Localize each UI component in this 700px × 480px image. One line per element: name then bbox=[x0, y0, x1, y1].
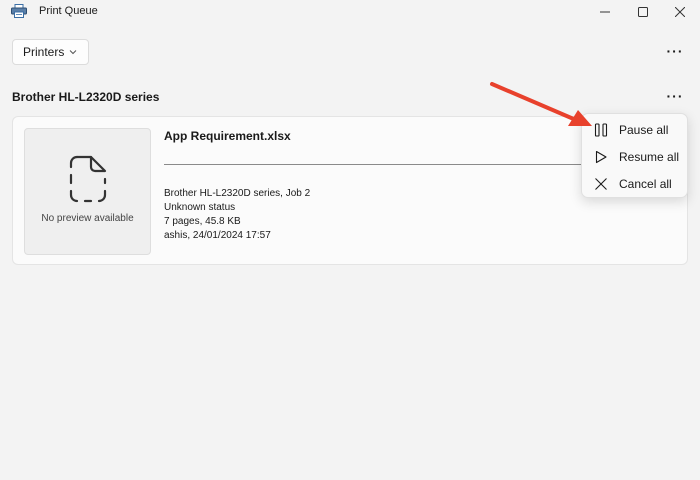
printer-app-icon bbox=[11, 4, 27, 18]
chevron-down-icon bbox=[69, 50, 77, 55]
printer-more-options-button[interactable]: ··· bbox=[663, 86, 687, 106]
window-title: Print Queue bbox=[39, 5, 98, 17]
maximize-button[interactable] bbox=[623, 0, 663, 24]
job-file-name: App Requirement.xlsx bbox=[164, 129, 291, 143]
job-progress-bar bbox=[164, 164, 594, 165]
job-owner-time: ashis, 24/01/2024 17:57 bbox=[164, 230, 271, 241]
close-icon bbox=[675, 7, 685, 17]
more-options-button[interactable]: ··· bbox=[663, 41, 687, 61]
maximize-icon bbox=[638, 7, 648, 17]
more-icon: ··· bbox=[666, 43, 684, 59]
menu-item-label: Cancel all bbox=[619, 177, 672, 191]
close-button[interactable] bbox=[660, 0, 700, 24]
menu-item-label: Pause all bbox=[619, 123, 669, 137]
printers-dropdown[interactable]: Printers bbox=[12, 39, 89, 65]
menu-item-label: Resume all bbox=[619, 150, 680, 164]
cancel-icon bbox=[595, 178, 607, 190]
menu-item-cancel-all[interactable]: Cancel all bbox=[586, 171, 685, 196]
job-preview: No preview available bbox=[24, 128, 151, 255]
job-status: Unknown status bbox=[164, 202, 236, 213]
minimize-button[interactable] bbox=[585, 0, 625, 24]
document-icon bbox=[69, 155, 107, 203]
no-preview-label: No preview available bbox=[41, 213, 134, 224]
printer-name-heading: Brother HL-L2320D series bbox=[12, 90, 160, 104]
minimize-icon bbox=[600, 11, 610, 13]
menu-item-resume-all[interactable]: Resume all bbox=[586, 144, 685, 169]
annotation-arrow-icon bbox=[490, 82, 592, 126]
job-printer-and-number: Brother HL-L2320D series, Job 2 bbox=[164, 188, 311, 199]
menu-item-pause-all[interactable]: Pause all bbox=[586, 117, 685, 142]
job-progress-fill bbox=[164, 164, 594, 165]
printers-dropdown-label: Printers bbox=[23, 45, 65, 59]
play-icon bbox=[595, 150, 607, 164]
more-icon: ··· bbox=[666, 88, 684, 104]
job-size: 7 pages, 45.8 KB bbox=[164, 216, 241, 227]
title-bar: Print Queue bbox=[0, 0, 700, 24]
